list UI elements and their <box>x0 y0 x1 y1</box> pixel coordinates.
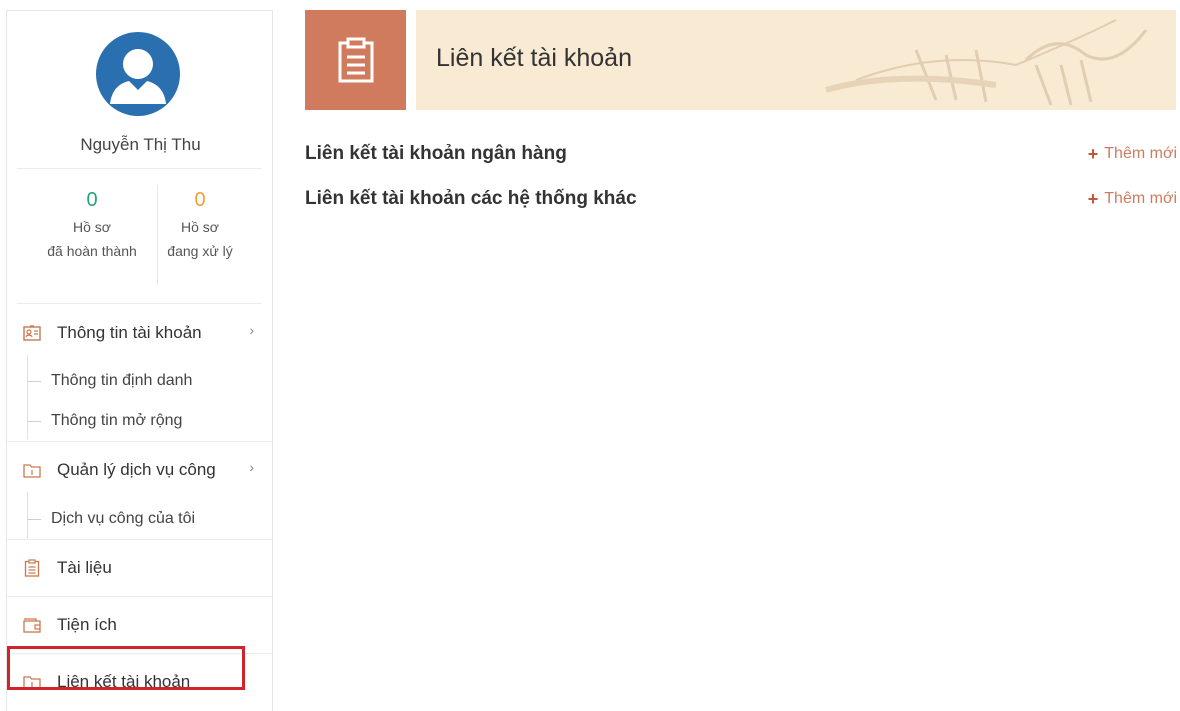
processing-count: 0 <box>194 189 206 211</box>
sidebar-item-utilities[interactable]: Tiện ích <box>7 605 272 645</box>
sidebar-item-documents[interactable]: Tài liệu <box>7 548 272 588</box>
divider <box>17 303 262 304</box>
tree-tick <box>27 420 41 422</box>
completed-label-line2: đã hoàn thành <box>47 243 137 259</box>
add-bank-link-button[interactable]: + Thêm mới <box>1088 144 1177 165</box>
selected-highlight <box>7 646 245 690</box>
divider <box>7 596 272 597</box>
tree-tick <box>27 518 41 520</box>
clipboard-icon <box>21 557 43 579</box>
sidebar-item-label: Tài liệu <box>57 558 112 577</box>
wallet-icon <box>21 614 43 636</box>
divider <box>7 539 272 540</box>
chevron-right-icon: › <box>249 322 254 338</box>
crane-pattern-icon <box>825 19 1148 106</box>
clipboard-icon <box>338 37 373 83</box>
divider <box>17 168 262 169</box>
sidebar-item-label: Thông tin tài khoản <box>57 323 202 342</box>
user-icon <box>110 49 166 104</box>
sidebar-item-public-services[interactable]: Quản lý dịch vụ công › <box>7 450 272 490</box>
plus-icon: + <box>1087 188 1099 209</box>
processing-stat[interactable]: 0 Hồ sơ đang xử lý <box>140 189 260 263</box>
sidebar: Nguyễn Thị Thu 0 Hồ sơ đã hoàn thành 0 H… <box>6 10 273 711</box>
processing-label-line2: đang xử lý <box>167 243 233 259</box>
completed-stat[interactable]: 0 Hồ sơ đã hoàn thành <box>32 189 152 263</box>
id-card-icon <box>21 322 43 344</box>
folder-icon <box>21 459 43 481</box>
page-title: Liên kết tài khoản <box>436 44 632 72</box>
add-button-label: Thêm mới <box>1104 145 1177 162</box>
sidebar-subitem-identity[interactable]: Thông tin định danh <box>27 363 267 399</box>
user-name: Nguyễn Thị Thu <box>80 135 201 154</box>
plus-icon: + <box>1087 143 1099 164</box>
section-title: Liên kết tài khoản các hệ thống khác <box>305 188 637 209</box>
bank-link-section: Liên kết tài khoản ngân hàng + Thêm mới <box>305 140 1177 168</box>
add-other-link-button[interactable]: + Thêm mới <box>1088 189 1177 210</box>
sidebar-subitem-my-services[interactable]: Dịch vụ công của tôi <box>27 501 267 537</box>
other-systems-link-section: Liên kết tài khoản các hệ thống khác + T… <box>305 185 1177 213</box>
sidebar-subitem-label: Thông tin định danh <box>51 372 193 389</box>
chevron-right-icon: › <box>249 459 254 475</box>
processing-label: Hồ sơ đang xử lý <box>140 215 260 263</box>
completed-label-line1: Hồ sơ <box>73 219 111 235</box>
page-icon-box <box>305 10 406 110</box>
sidebar-subitem-label: Dịch vụ công của tôi <box>51 510 196 527</box>
divider <box>7 441 272 442</box>
completed-count: 0 <box>86 189 98 211</box>
completed-label: Hồ sơ đã hoàn thành <box>32 215 152 263</box>
tree-tick <box>27 380 41 382</box>
sidebar-subitem-extended[interactable]: Thông tin mở rộng <box>27 403 267 439</box>
sidebar-subitem-label: Thông tin mở rộng <box>51 412 183 429</box>
avatar[interactable] <box>96 32 180 116</box>
sidebar-item-account-info[interactable]: Thông tin tài khoản › <box>7 313 272 353</box>
processing-label-line1: Hồ sơ <box>181 219 219 235</box>
sidebar-item-label: Quản lý dịch vụ công <box>57 460 216 479</box>
sidebar-item-label: Tiện ích <box>57 615 117 634</box>
add-button-label: Thêm mới <box>1104 190 1177 207</box>
page-header-banner: Liên kết tài khoản <box>416 10 1176 110</box>
section-title: Liên kết tài khoản ngân hàng <box>305 143 567 164</box>
